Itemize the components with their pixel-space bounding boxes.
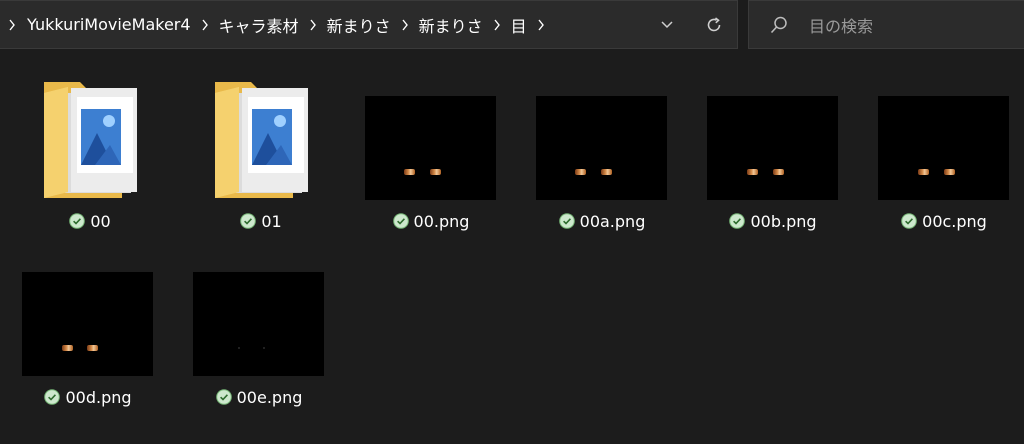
chevron-right-icon[interactable]: [302, 1, 324, 48]
eye-left-mark: [575, 169, 586, 175]
breadcrumb-item-marisa-2[interactable]: 新まりさ: [394, 1, 486, 48]
item-label-row: 00b.png: [698, 210, 848, 232]
check-circle-icon: [558, 213, 575, 229]
chevron-down-icon: [661, 21, 673, 29]
breadcrumb-label[interactable]: 新まりさ: [324, 13, 394, 37]
folder-thumbnail: [186, 75, 336, 209]
item-label-row: 00.png: [356, 210, 506, 232]
check-circle-icon: [729, 213, 746, 229]
item-label-row: 00e.png: [184, 386, 334, 408]
address-bar[interactable]: YukkuriMovieMaker4 キャラ素材 新まりさ 新まりさ 目: [0, 0, 738, 49]
item-label: 01: [261, 211, 282, 231]
file-item-image-00c[interactable]: 00c.png: [869, 75, 1019, 255]
breadcrumb: YukkuriMovieMaker4 キャラ素材 新まりさ 新まりさ 目: [0, 1, 737, 48]
check-circle-icon: [392, 213, 409, 229]
file-item-image-00d[interactable]: 00d.png: [13, 251, 163, 431]
image-thumbnail: [707, 96, 838, 200]
item-label-row: 00d.png: [13, 386, 163, 408]
item-label-row: 00c.png: [869, 210, 1019, 232]
eye-left-mark: [747, 169, 758, 175]
item-label: 00: [90, 211, 111, 231]
item-label: 00b.png: [750, 211, 817, 231]
item-label-row: 01: [186, 210, 336, 232]
breadcrumb-item-yukkurimoviemaker4[interactable]: YukkuriMovieMaker4: [0, 1, 194, 48]
search-icon: [770, 16, 787, 33]
folder-icon: [215, 82, 308, 198]
breadcrumb-label[interactable]: YukkuriMovieMaker4: [24, 15, 194, 34]
eye-right-mark: [601, 169, 612, 175]
image-thumbnail: [365, 96, 496, 200]
file-item-folder-01[interactable]: 01: [186, 75, 336, 255]
image-thumbnail: [22, 272, 153, 376]
eye-left-mark: [238, 347, 240, 349]
file-item-image-00a[interactable]: 00a.png: [527, 75, 677, 255]
image-thumbnail: [536, 96, 667, 200]
chevron-right-icon[interactable]: [0, 1, 24, 48]
check-circle-icon: [901, 213, 917, 229]
search-box[interactable]: 目の検索: [748, 0, 1024, 49]
chevron-right-icon[interactable]: [394, 1, 416, 48]
breadcrumb-label[interactable]: 目: [508, 13, 530, 37]
check-circle-icon: [240, 213, 257, 229]
folder-icon: [44, 82, 137, 198]
check-circle-icon: [215, 389, 232, 405]
chevron-right-icon[interactable]: [486, 1, 508, 48]
file-item-image-00b[interactable]: 00b.png: [698, 75, 848, 255]
breadcrumb-item-chara[interactable]: キャラ素材: [194, 1, 302, 48]
eye-right-mark: [430, 169, 441, 175]
address-history-dropdown[interactable]: [651, 1, 683, 49]
chevron-right-icon[interactable]: [194, 1, 216, 48]
breadcrumb-item-marisa-1[interactable]: 新まりさ: [302, 1, 394, 48]
chevron-right-icon[interactable]: [530, 1, 552, 48]
top-bar: YukkuriMovieMaker4 キャラ素材 新まりさ 新まりさ 目 目の検…: [0, 0, 1024, 52]
item-label: 00a.png: [579, 211, 646, 231]
eye-right-mark: [87, 345, 98, 351]
breadcrumb-label[interactable]: キャラ素材: [216, 13, 302, 37]
breadcrumb-label[interactable]: 新まりさ: [416, 13, 486, 37]
item-label-row: 00a.png: [527, 210, 677, 232]
image-thumbnail: [193, 272, 324, 376]
refresh-icon: [707, 17, 721, 32]
item-label-row: 00: [15, 210, 165, 232]
eye-left-mark: [404, 169, 415, 175]
image-thumbnail: [878, 96, 1009, 200]
eye-left-mark: [62, 345, 73, 351]
check-circle-icon: [44, 389, 61, 405]
search-input[interactable]: 目の検索: [809, 13, 873, 37]
eye-left-mark: [918, 169, 929, 175]
file-item-folder-00[interactable]: 00: [15, 75, 165, 255]
breadcrumb-item-eye[interactable]: 目: [486, 1, 552, 48]
check-circle-icon: [69, 213, 86, 229]
item-label: 00d.png: [65, 387, 132, 407]
eye-right-mark: [944, 169, 955, 175]
folder-thumbnail: [15, 75, 165, 209]
item-label: 00.png: [413, 211, 470, 231]
file-item-image-00e[interactable]: 00e.png: [184, 251, 334, 431]
eye-right-mark: [263, 347, 265, 349]
eye-right-mark: [773, 169, 784, 175]
file-item-image-00[interactable]: 00.png: [356, 75, 506, 255]
refresh-button[interactable]: [692, 1, 736, 49]
item-label: 00e.png: [236, 387, 303, 407]
item-label: 00c.png: [922, 211, 987, 231]
